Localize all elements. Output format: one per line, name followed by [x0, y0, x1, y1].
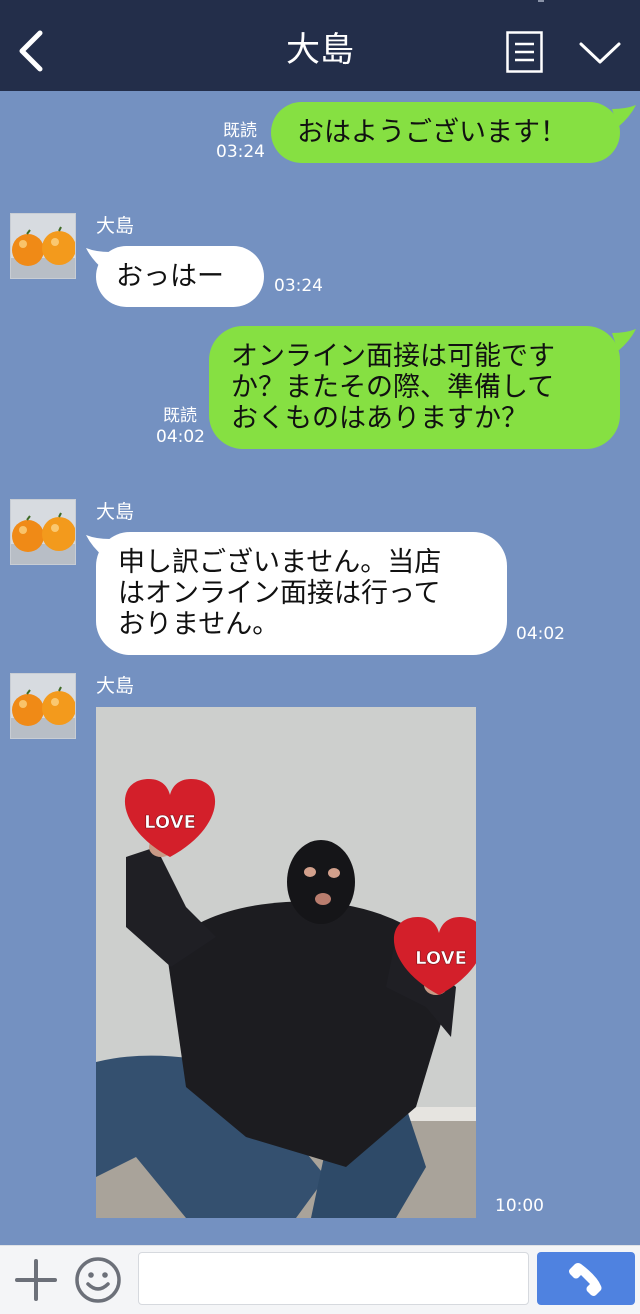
message-line: はオンライン面接は行って [118, 578, 441, 609]
sender-name: 大島 [96, 675, 135, 697]
chat-header: 大島 [0, 0, 640, 91]
avatar[interactable] [10, 213, 76, 279]
phone-icon [569, 1263, 602, 1296]
plus-icon [15, 1259, 57, 1301]
avatar[interactable] [10, 673, 76, 739]
message-time: 03:24 [216, 142, 265, 162]
message-line: オンライン面接は可能です [231, 341, 555, 372]
photo-image: LOVE LOVE [96, 707, 476, 1218]
avatar-oranges-image [11, 500, 75, 564]
love-label: LOVE [144, 812, 196, 833]
message-bubble-incoming[interactable]: おっはー [96, 246, 264, 307]
love-label: LOVE [415, 948, 467, 969]
message-time: 10:00 [495, 1196, 544, 1216]
read-receipt: 既読 [163, 406, 197, 426]
menu-list-icon [506, 31, 543, 73]
add-button[interactable] [14, 1258, 58, 1302]
collapse-button[interactable] [578, 38, 622, 68]
message-bubble-outgoing[interactable]: オンライン面接は可能です か？またその際、準備して おくものはありますか？ [209, 326, 620, 449]
call-button[interactable] [537, 1252, 635, 1305]
status-indicator [538, 0, 544, 2]
message-input[interactable] [138, 1252, 529, 1305]
message-time: 04:02 [516, 624, 565, 644]
sticker-button[interactable] [74, 1256, 122, 1304]
chat-title: 大島 [286, 30, 354, 70]
message-composer [0, 1245, 640, 1314]
message-text: おっはー [116, 261, 224, 292]
message-line: おくものはありますか？ [231, 403, 528, 434]
message-time: 04:02 [156, 427, 205, 447]
chevron-down-icon [579, 42, 621, 64]
chat-area[interactable]: 既読 03:24 おはようございます！ 大島 おっはー 03:24 既読 04:… [0, 91, 640, 1245]
message-bubble-outgoing[interactable]: おはようございます！ [271, 102, 620, 163]
message-line: おりません。 [118, 609, 280, 640]
message-meta: 既読 04:02 [156, 406, 205, 448]
message-text: おはようございます！ [297, 117, 567, 148]
message-line: 申し訳ございません。当店 [118, 547, 442, 578]
photo-message[interactable]: LOVE LOVE [96, 707, 476, 1218]
message-bubble-incoming[interactable]: 申し訳ございません。当店 はオンライン面接は行って おりません。 [96, 532, 507, 655]
avatar-oranges-image [11, 674, 75, 738]
sender-name: 大島 [96, 215, 135, 237]
smiley-icon [75, 1257, 121, 1303]
avatar[interactable] [10, 499, 76, 565]
message-time: 03:24 [274, 276, 323, 296]
menu-button[interactable] [506, 31, 543, 73]
avatar-oranges-image [11, 214, 75, 278]
message-meta: 既読 03:24 [216, 121, 265, 163]
message-line: か？またその際、準備して [231, 372, 555, 403]
sender-name: 大島 [96, 501, 135, 523]
read-receipt: 既読 [223, 121, 257, 141]
